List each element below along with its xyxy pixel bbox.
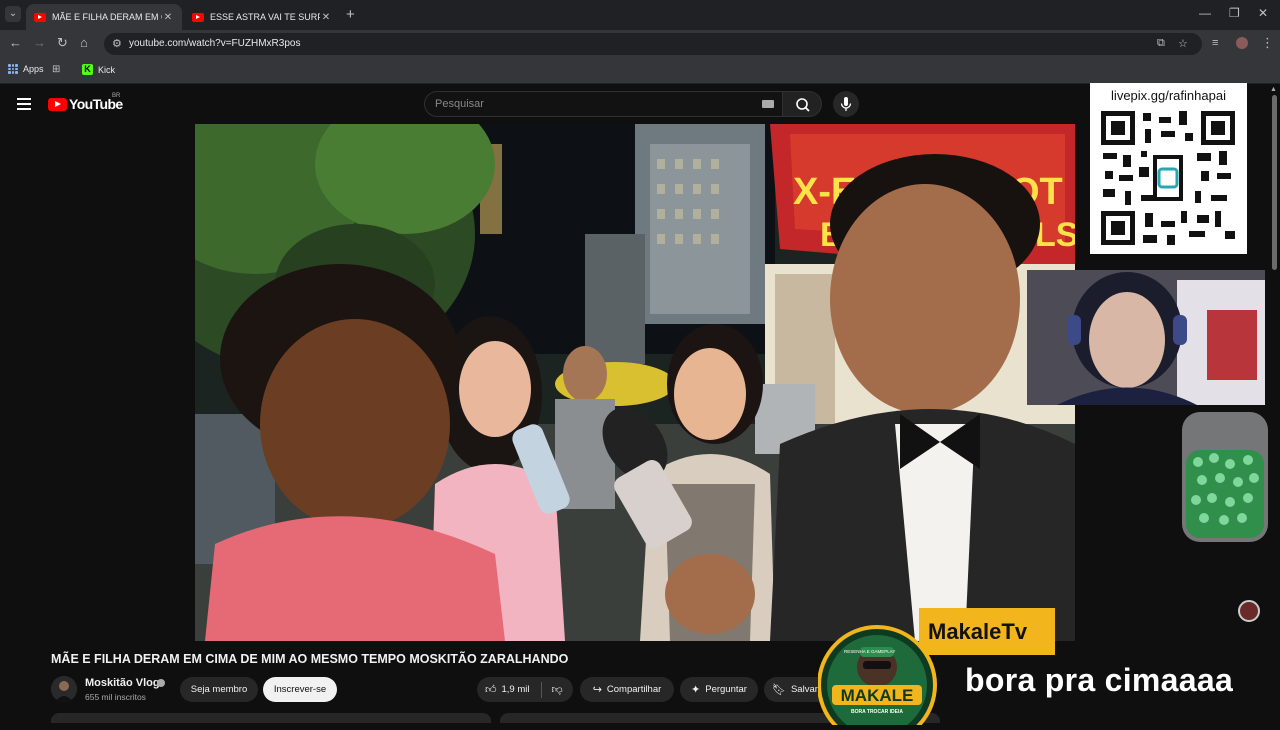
share-button[interactable]: ↪ Compartilhar <box>580 677 674 702</box>
tab-close-icon[interactable]: ✕ <box>162 12 174 23</box>
guide-menu-icon[interactable] <box>17 98 31 110</box>
channel-badge-icon <box>1238 600 1260 622</box>
close-window-icon[interactable]: ✕ <box>1258 6 1268 20</box>
search-button[interactable] <box>782 91 822 117</box>
home-icon[interactable]: ⌂ <box>80 35 88 50</box>
ask-button[interactable]: ✦ Perguntar <box>680 677 758 702</box>
sub-goal-jar <box>1178 410 1272 546</box>
bookmark-icon: 🔖︎ <box>772 684 786 696</box>
logo-bottom-text: BORA TROCAR IDEIA <box>851 709 903 715</box>
apps-grid-icon <box>8 64 18 74</box>
like-dislike-group: 👍︎ 1,9 mil 👎︎ <box>477 677 573 702</box>
subscribe-label: Inscrever-se <box>273 684 327 695</box>
forward-icon[interactable]: → <box>33 35 46 50</box>
webcam-frame <box>1027 270 1265 405</box>
bookmark-label: Kick <box>98 64 116 75</box>
channel-avatar[interactable] <box>51 676 77 702</box>
subscribe-button[interactable]: Inscrever-se <box>263 677 337 702</box>
bookmark-apps[interactable]: Apps <box>8 64 44 74</box>
browser-menu-icon[interactable]: ⋮ <box>1261 35 1274 51</box>
tab-title: MÃE E FILHA DERAM EM CIMA <box>52 12 162 22</box>
voice-search-button[interactable] <box>833 91 859 117</box>
youtube-favicon-icon <box>192 12 204 22</box>
browser-tab-strip: ⌄ MÃE E FILHA DERAM EM CIMA ✕ ESSE ASTRA… <box>0 0 1280 30</box>
share-icon: ↪ <box>592 684 602 696</box>
browser-toolbar: ← → ↻ ⌂ ⚙ youtube.com/watch?v=FUZHMxR3po… <box>0 30 1280 58</box>
restore-icon[interactable]: ❐ <box>1229 6 1240 20</box>
tab-inactive[interactable]: ESSE ASTRA VAI TE SURPREENDER ✕ <box>184 4 340 30</box>
back-icon[interactable]: ← <box>9 35 22 50</box>
search-box <box>424 91 782 117</box>
sign-text: LS <box>1035 216 1075 254</box>
brand-name-banner: MakaleTv <box>919 608 1055 655</box>
save-label: Salvar <box>790 684 818 695</box>
address-bar[interactable]: ⚙ youtube.com/watch?v=FUZHMxR3pos ⧉ ☆ <box>104 33 1202 55</box>
tab-close-icon[interactable]: ✕ <box>320 12 332 23</box>
pix-qr-panel: livepix.gg/rafinhapai <box>1090 83 1247 254</box>
search-icon <box>796 98 810 112</box>
video-frame: X-E BU OT LS <box>195 124 1075 641</box>
sparkle-icon: ✦ <box>691 684 701 696</box>
video-title: MÃE E FILHA DERAM EM CIMA DE MIM AO MESM… <box>51 652 569 666</box>
logo-top-text: RESENHA E GAMEPLAY <box>844 649 895 654</box>
new-tab-button[interactable]: + <box>346 6 355 23</box>
channel-name[interactable]: Moskitão Vlog <box>85 677 160 689</box>
verified-icon <box>157 679 165 687</box>
url-text[interactable]: youtube.com/watch?v=FUZHMxR3pos <box>129 38 300 49</box>
ask-label: Perguntar <box>705 684 747 695</box>
search-input[interactable] <box>435 96 755 112</box>
like-count[interactable]: 1,9 mil <box>502 684 530 695</box>
bookmark-label: Apps <box>23 64 44 74</box>
bookmark-star-icon[interactable]: ☆ <box>1178 37 1188 50</box>
qr-code-icon <box>1101 111 1235 245</box>
bookmark-kick[interactable]: K Kick <box>82 64 115 75</box>
all-bookmarks-icon[interactable]: ⊞ <box>52 64 60 75</box>
scroll-up-icon[interactable]: ▲ <box>1270 86 1277 93</box>
logo-text: MAKALE <box>841 686 914 705</box>
minimize-icon[interactable]: — <box>1199 6 1211 20</box>
keyboard-icon[interactable] <box>762 100 774 108</box>
join-member-label: Seja membro <box>190 684 248 695</box>
site-info-icon[interactable]: ⚙ <box>112 37 122 50</box>
country-code: BR <box>112 93 121 99</box>
subscriber-count: 655 mil inscritos <box>85 692 146 702</box>
tab-active[interactable]: MÃE E FILHA DERAM EM CIMA ✕ <box>26 4 182 30</box>
jar-icon <box>1182 412 1268 542</box>
pix-link-text: livepix.gg/rafinhapai <box>1111 88 1226 103</box>
youtube-favicon-icon <box>34 12 46 22</box>
tab-search-menu-icon[interactable]: ⌄ <box>5 6 21 22</box>
tab-title: ESSE ASTRA VAI TE SURPREENDER <box>210 12 320 22</box>
makale-logo-icon: MAKALE RESENHA E GAMEPLAY BORA TROCAR ID… <box>817 625 937 730</box>
avatar-image <box>51 676 77 702</box>
page-scrollbar[interactable] <box>1272 95 1277 270</box>
youtube-header: YouTube BR <box>0 84 1280 124</box>
microphone-icon <box>840 97 852 111</box>
like-divider <box>541 681 543 698</box>
like-icon[interactable]: 👍︎ <box>485 683 497 696</box>
share-label: Compartilhar <box>606 684 662 695</box>
youtube-play-icon <box>48 97 67 111</box>
stream-caption: bora pra cimaaaa <box>965 662 1234 698</box>
media-control-icon[interactable]: ≡ <box>1212 37 1218 49</box>
youtube-logo[interactable]: YouTube BR <box>48 93 123 112</box>
dislike-icon[interactable]: 👎︎ <box>551 683 562 696</box>
description-box-edge <box>51 713 491 723</box>
profile-avatar[interactable] <box>1236 37 1248 49</box>
makale-logo: MAKALE RESENHA E GAMEPLAY BORA TROCAR ID… <box>817 625 938 730</box>
join-member-button[interactable]: Seja membro <box>180 677 258 702</box>
video-player[interactable]: X-E BU OT LS <box>195 124 1075 641</box>
kick-logo-icon: K <box>82 64 93 75</box>
bookmarks-bar: Apps ⊞ K Kick <box>0 58 1280 84</box>
reload-icon[interactable]: ↻ <box>57 35 68 51</box>
streamer-webcam <box>1027 270 1265 405</box>
install-app-icon[interactable]: ⧉ <box>1157 37 1165 50</box>
